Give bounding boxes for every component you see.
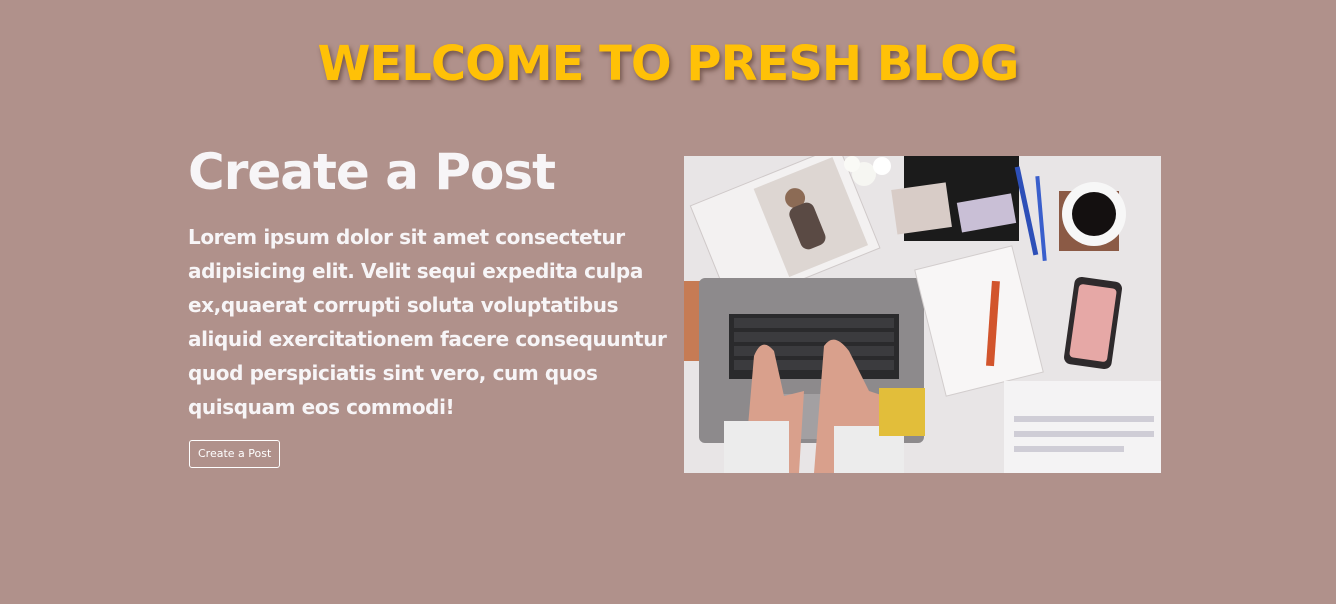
page: WELCOME TO PRESH BLOG Create a Post Lore… — [0, 0, 1336, 604]
hero-image — [684, 156, 1161, 473]
site-title: WELCOME TO PRESH BLOG — [317, 36, 1020, 92]
create-post-button[interactable]: Create a Post — [189, 440, 281, 468]
laptop-desk-photo-icon — [684, 156, 1161, 473]
post-description: Lorem ipsum dolor sit amet consectetur a… — [188, 225, 667, 419]
post-heading: Create a Post — [188, 143, 556, 201]
